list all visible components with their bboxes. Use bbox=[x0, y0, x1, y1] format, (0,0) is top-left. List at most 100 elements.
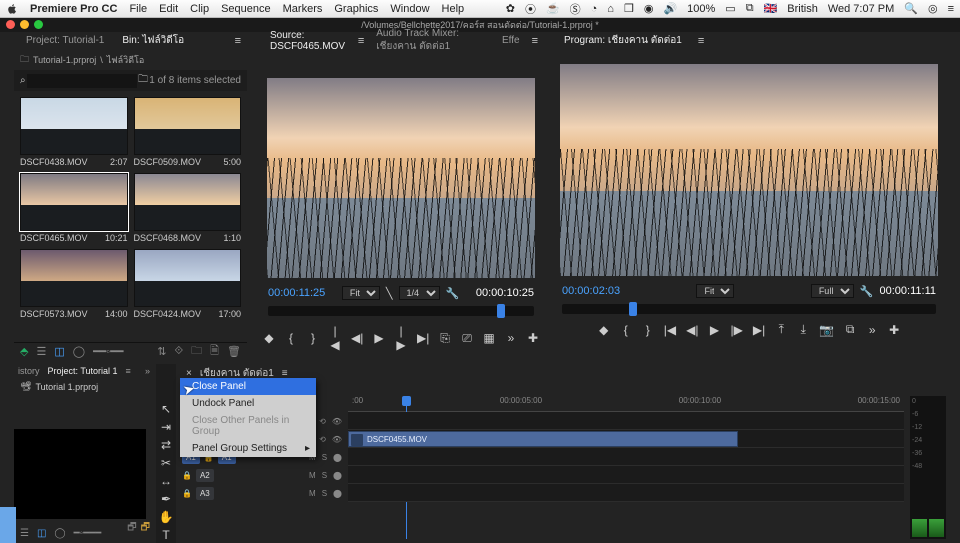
button-editor-icon[interactable]: ✚ bbox=[888, 323, 900, 337]
icon-view-icon[interactable]: ◫ bbox=[37, 528, 46, 539]
ripple-tool-icon[interactable]: ⇄ bbox=[161, 438, 171, 452]
tab-history[interactable]: istory bbox=[18, 366, 40, 376]
menu-help[interactable]: Help bbox=[442, 3, 465, 15]
wrench-icon[interactable]: 🔧 bbox=[446, 287, 460, 300]
notification-center-icon[interactable]: ≡ bbox=[948, 3, 954, 15]
airplay-icon[interactable]: ⧉ bbox=[746, 2, 754, 15]
delete-icon[interactable]: 🗑 bbox=[227, 345, 241, 358]
media-thumbnail[interactable] bbox=[14, 429, 146, 519]
menu-window[interactable]: Window bbox=[390, 3, 429, 15]
source-timecode-left[interactable]: 00:00:11:25 bbox=[268, 287, 325, 299]
mark-out-icon[interactable]: } bbox=[642, 323, 654, 337]
insert-icon[interactable]: ⎘ bbox=[439, 331, 451, 346]
freeform-view-icon[interactable]: ◯ bbox=[54, 528, 65, 539]
project-root-item[interactable]: 📽 Tutorial 1.prproj bbox=[14, 378, 154, 395]
icon-view-icon[interactable]: ◫ bbox=[54, 345, 64, 358]
find-icon[interactable]: ⟐ bbox=[175, 345, 184, 358]
minimize-window[interactable] bbox=[20, 20, 29, 29]
menu-graphics[interactable]: Graphics bbox=[334, 3, 378, 15]
step-back-icon[interactable]: ◀| bbox=[686, 323, 698, 337]
export-frame-icon[interactable]: ▦ bbox=[483, 331, 495, 345]
track-a3[interactable] bbox=[348, 484, 904, 502]
tab-source[interactable]: Source: DSCF0465.MOV bbox=[264, 29, 352, 54]
new-bin-icon[interactable]: 🗀 bbox=[191, 342, 202, 361]
panel-menu-icon[interactable] bbox=[235, 35, 241, 47]
skype-icon[interactable]: Ⓢ bbox=[570, 1, 581, 17]
add-marker-icon[interactable]: ◆ bbox=[263, 331, 275, 345]
search-input[interactable] bbox=[27, 74, 137, 88]
menu-close-panel[interactable]: Close Panel bbox=[180, 378, 316, 395]
mark-in-icon[interactable]: { bbox=[285, 331, 297, 345]
step-back-icon[interactable]: ◀| bbox=[351, 331, 363, 345]
razor-tool-icon[interactable]: ✂ bbox=[161, 456, 171, 470]
project-clip[interactable]: DSCF0509.MOV5:00 bbox=[134, 97, 242, 167]
battery-icon[interactable]: ▭ bbox=[725, 2, 735, 15]
type-tool-icon[interactable]: T bbox=[162, 528, 169, 542]
wifi-icon[interactable]: ◉ bbox=[644, 2, 654, 15]
menu-undock-panel[interactable]: Undock Panel bbox=[180, 395, 316, 412]
zoom-slider[interactable]: ━◦━━━ bbox=[74, 528, 102, 539]
fit-select[interactable]: Fit bbox=[342, 286, 380, 300]
lift-icon[interactable]: ⤒ bbox=[775, 322, 787, 337]
tab-effects[interactable]: Effe bbox=[496, 34, 526, 48]
app-menu-name[interactable]: Premiere Pro CC bbox=[30, 3, 117, 15]
overflow-icon[interactable]: » bbox=[505, 331, 517, 345]
step-fwd-icon[interactable]: |▶ bbox=[395, 324, 407, 352]
slip-tool-icon[interactable]: ↔ bbox=[160, 474, 172, 488]
clock[interactable]: Wed 7:07 PM bbox=[828, 3, 894, 15]
dropbox-icon[interactable]: ❒ bbox=[624, 2, 634, 15]
pen-tool-icon[interactable]: ✒ bbox=[161, 492, 171, 506]
breadcrumb-file[interactable]: Tutorial-1.prproj bbox=[33, 55, 96, 65]
menu-markers[interactable]: Markers bbox=[283, 3, 323, 15]
fit-select[interactable]: Fit bbox=[696, 284, 734, 298]
selection-tool-icon[interactable]: ↖ bbox=[161, 402, 171, 416]
project-clip[interactable]: DSCF0465.MOV10:21 bbox=[20, 173, 128, 243]
overwrite-icon[interactable]: ⎚ bbox=[461, 331, 473, 346]
panel-menu-icon[interactable] bbox=[698, 35, 704, 47]
close-window[interactable] bbox=[6, 20, 15, 29]
tab-audio-mixer[interactable]: Audio Track Mixer: เชียงคาน ตัดต่อ1 bbox=[370, 27, 490, 56]
button-editor-icon[interactable]: ✚ bbox=[527, 331, 539, 345]
zoom-slider[interactable]: ━━◦━━ bbox=[93, 345, 123, 358]
add-marker-icon[interactable]: ◆ bbox=[598, 323, 610, 337]
track-v2[interactable] bbox=[348, 412, 904, 430]
play-icon[interactable]: ▶ bbox=[373, 331, 385, 345]
new-item-icon[interactable]: 🗎 bbox=[210, 342, 219, 361]
list-view-icon[interactable]: ☰ bbox=[36, 345, 46, 358]
status-icon[interactable]: ⌂ bbox=[607, 3, 614, 15]
traffic-lights[interactable] bbox=[6, 20, 43, 29]
extract-icon[interactable]: ⤓ bbox=[797, 322, 809, 337]
tab-project[interactable]: Project: Tutorial-1 bbox=[20, 34, 110, 48]
status-icon[interactable]: ☕ bbox=[546, 2, 560, 15]
go-to-in-icon[interactable]: |◀ bbox=[329, 324, 341, 352]
breadcrumb-bin[interactable]: ไฟล์วิดีโอ bbox=[107, 53, 145, 67]
project-clip[interactable]: DSCF0438.MOV2:07 bbox=[20, 97, 128, 167]
menu-sequence[interactable]: Sequence bbox=[221, 3, 271, 15]
step-fwd-icon[interactable]: |▶ bbox=[731, 323, 743, 337]
track-header-a3[interactable]: 🔒 A3 MS⬤ bbox=[178, 484, 346, 502]
menu-edit[interactable]: Edit bbox=[159, 3, 178, 15]
status-icon[interactable]: ⦿ bbox=[525, 1, 536, 17]
wrench-icon[interactable]: 🔧 bbox=[860, 285, 874, 298]
play-icon[interactable]: ▶ bbox=[709, 323, 721, 337]
overflow-icon[interactable] bbox=[532, 35, 538, 47]
panel-menu-icon[interactable]: ≡ bbox=[126, 366, 131, 376]
lock-icon[interactable]: 🔒 bbox=[182, 489, 192, 498]
program-timecode-left[interactable]: 00:00:02:03 bbox=[562, 285, 620, 297]
tab-program[interactable]: Program: เชียงคาน ตัดต่อ1 bbox=[558, 32, 688, 50]
program-scrubber[interactable] bbox=[562, 304, 936, 314]
resolution-select[interactable]: 1/4 bbox=[399, 286, 440, 300]
siri-icon[interactable]: ◎ bbox=[928, 2, 938, 15]
project-clip[interactable]: DSCF0573.MOV14:00 bbox=[20, 249, 128, 319]
zoom-window[interactable] bbox=[34, 20, 43, 29]
program-monitor-view[interactable] bbox=[560, 64, 938, 276]
hand-tool-icon[interactable]: ✋ bbox=[159, 510, 174, 524]
time-ruler[interactable]: :00 00:00:05:00 00:00:10:00 00:00:15:00 bbox=[348, 396, 904, 412]
compare-icon[interactable]: ⧉ bbox=[844, 322, 856, 337]
export-frame-icon[interactable]: 📷 bbox=[819, 323, 834, 337]
go-to-in-icon[interactable]: |◀ bbox=[664, 323, 676, 337]
timeline-clip[interactable]: DSCF0455.MOV bbox=[348, 431, 738, 447]
track-select-tool-icon[interactable]: ⇥ bbox=[161, 420, 171, 434]
apple-menu[interactable] bbox=[6, 3, 18, 15]
source-monitor-view[interactable] bbox=[267, 78, 535, 278]
